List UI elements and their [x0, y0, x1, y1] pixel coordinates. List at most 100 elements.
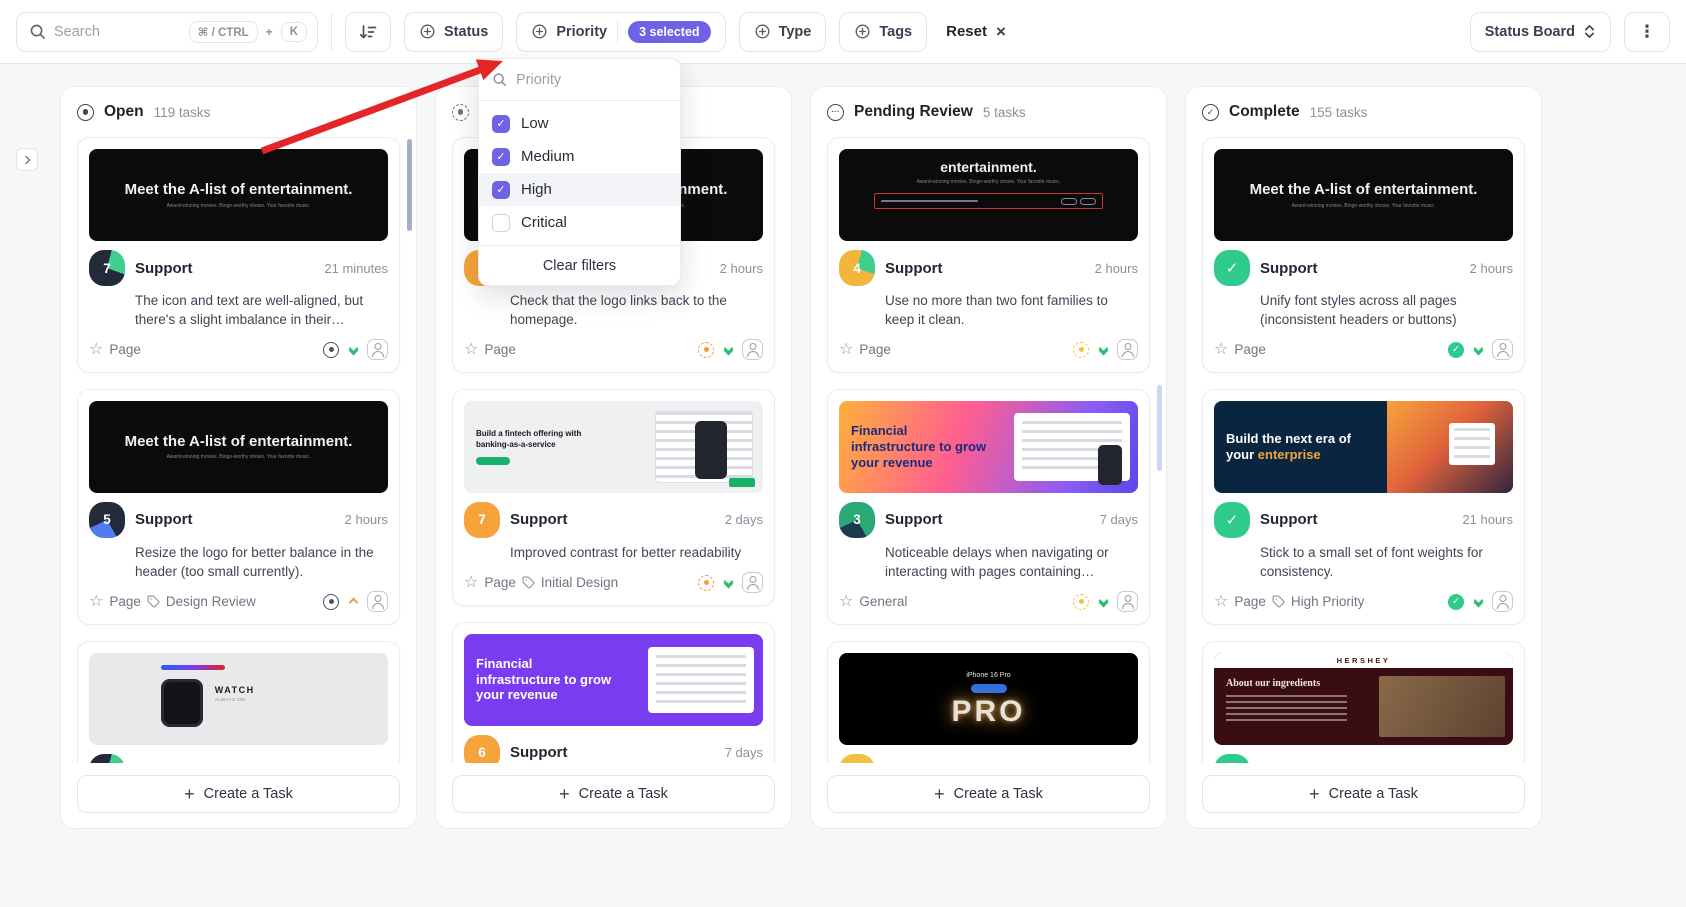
task-card[interactable]: Build a fintech offering with banking-as…: [452, 389, 775, 606]
assignee-icon[interactable]: [742, 339, 763, 360]
card-thumbnail: WATCHALWAYS ON: [89, 653, 388, 745]
card-avatar: [1214, 502, 1250, 538]
assignee-icon[interactable]: [1117, 339, 1138, 360]
card-tag: Page: [109, 594, 141, 609]
card-tags: ☆PageHigh Priority: [1214, 594, 1448, 610]
task-card[interactable]: Meet the A-list of entertainment.Award-w…: [77, 389, 400, 625]
priority-search-input[interactable]: [516, 72, 667, 88]
card-meta-icons: [698, 572, 763, 593]
thumb-button: [971, 684, 1007, 693]
expand-sidebar-button[interactable]: [16, 148, 38, 171]
assignee-icon[interactable]: [1492, 339, 1513, 360]
card-title-row: 6 Support 7 days: [464, 735, 763, 763]
task-card[interactable]: entertainment.Award-winning movies. Bing…: [827, 137, 1150, 373]
card-time: 2 hours: [720, 261, 763, 276]
task-card[interactable]: Financial infrastructure to grow your re…: [827, 389, 1150, 625]
favorite-star-icon[interactable]: ☆: [1214, 594, 1228, 610]
favorite-star-icon[interactable]: ☆: [839, 594, 853, 610]
checkbox-checked[interactable]: [492, 148, 510, 166]
assignee-icon[interactable]: [742, 572, 763, 593]
reset-filters-button[interactable]: Reset ×: [940, 23, 1012, 40]
sort-button[interactable]: [345, 12, 391, 52]
view-select-button[interactable]: Status Board: [1470, 12, 1611, 52]
task-card[interactable]: Meet the A-list of entertainment.Award-w…: [77, 137, 400, 373]
favorite-star-icon[interactable]: ☆: [89, 594, 103, 610]
assignee-icon[interactable]: [1492, 591, 1513, 612]
priority-low-icon[interactable]: [1471, 345, 1485, 354]
search-input[interactable]: [54, 24, 181, 40]
card-tag: Page: [484, 342, 516, 357]
status-icon[interactable]: [1448, 342, 1464, 358]
priority-low-icon[interactable]: [1096, 597, 1110, 606]
priority-high-icon[interactable]: [346, 597, 360, 606]
priority-option-critical[interactable]: Critical: [479, 206, 680, 239]
favorite-star-icon[interactable]: ☆: [464, 575, 478, 591]
filter-type-button[interactable]: Type: [739, 12, 827, 52]
priority-low-icon[interactable]: [1471, 597, 1485, 606]
create-task-button[interactable]: + Create a Task: [452, 775, 775, 813]
card-avatar: 2: [89, 754, 125, 763]
column-task-count: 155 tasks: [1310, 105, 1368, 120]
task-card[interactable]: iPhone 16 ProPRO 1 Support 2 months: [827, 641, 1150, 763]
favorite-star-icon[interactable]: ☆: [89, 342, 103, 358]
assignee-icon[interactable]: [367, 339, 388, 360]
checkbox-unchecked[interactable]: [492, 214, 510, 232]
card-title-row: 5 Support 2 hours: [89, 502, 388, 538]
task-card[interactable]: Build the next era of your enterprise Su…: [1202, 389, 1525, 625]
status-icon[interactable]: [1448, 594, 1464, 610]
status-icon[interactable]: [1073, 594, 1089, 610]
priority-dropdown-search[interactable]: [479, 59, 680, 101]
checkbox-checked[interactable]: [492, 181, 510, 199]
task-card[interactable]: Financial infrastructure to grow your re…: [452, 622, 775, 763]
card-title: Support: [135, 511, 335, 528]
status-icon[interactable]: [323, 342, 339, 358]
more-menu-button[interactable]: ⋮: [1624, 12, 1670, 52]
create-task-button[interactable]: + Create a Task: [1202, 775, 1525, 813]
checkbox-checked[interactable]: [492, 115, 510, 133]
priority-option-high[interactable]: High: [479, 173, 680, 206]
column-header: Complete 155 tasks: [1186, 87, 1541, 131]
task-card[interactable]: Meet the A-list of entertainment.Award-w…: [1202, 137, 1525, 373]
assignee-icon[interactable]: [367, 591, 388, 612]
favorite-star-icon[interactable]: ☆: [1214, 342, 1228, 358]
kebab-icon: ⋮: [1639, 22, 1656, 42]
column-scrollbar[interactable]: [1157, 385, 1162, 471]
task-card[interactable]: WATCHALWAYS ON 2 Support 2 hours: [77, 641, 400, 763]
assignee-icon[interactable]: [1117, 591, 1138, 612]
priority-low-icon[interactable]: [346, 345, 360, 354]
create-task-button[interactable]: + Create a Task: [827, 775, 1150, 813]
card-thumbnail: Financial infrastructure to grow your re…: [839, 401, 1138, 493]
thumb-big-text: PRO: [951, 698, 1025, 725]
task-card[interactable]: HERSHEYAbout our ingredients Maria 5 day…: [1202, 641, 1525, 763]
status-icon[interactable]: [698, 575, 714, 591]
status-icon[interactable]: [323, 594, 339, 610]
create-task-button[interactable]: + Create a Task: [77, 775, 400, 813]
tag-icon: [147, 595, 160, 608]
card-time: 2 hours: [1470, 261, 1513, 276]
card-title-row: 7 Support 2 days: [464, 502, 763, 538]
column-title: Pending Review: [854, 103, 973, 121]
card-avatar: 5: [89, 502, 125, 538]
priority-low-icon[interactable]: [721, 578, 735, 587]
search-box[interactable]: ⌘ / CTRL + K: [16, 12, 318, 52]
priority-option-low[interactable]: Low: [479, 107, 680, 140]
column-scrollbar[interactable]: [407, 139, 412, 231]
clear-filters-button[interactable]: Clear filters: [479, 245, 680, 285]
card-tag: Page: [484, 575, 516, 590]
thumb-brand: HERSHEY: [1337, 656, 1391, 665]
priority-option-medium[interactable]: Medium: [479, 140, 680, 173]
filter-status-button[interactable]: Status: [404, 12, 503, 52]
card-time: 21 hours: [1462, 512, 1513, 527]
priority-low-icon[interactable]: [721, 345, 735, 354]
filter-priority-button[interactable]: Priority 3 selected: [516, 12, 725, 52]
favorite-star-icon[interactable]: ☆: [839, 342, 853, 358]
shortcut-plus: +: [266, 25, 273, 39]
plus-circle-icon: [854, 23, 871, 40]
priority-low-icon[interactable]: [1096, 345, 1110, 354]
card-meta-icons: [1073, 591, 1138, 612]
status-icon[interactable]: [1073, 342, 1089, 358]
filter-tags-button[interactable]: Tags: [839, 12, 927, 52]
status-icon[interactable]: [698, 342, 714, 358]
column-cards: Meet the A-list of entertainment.Award-w…: [1186, 131, 1541, 763]
favorite-star-icon[interactable]: ☆: [464, 342, 478, 358]
